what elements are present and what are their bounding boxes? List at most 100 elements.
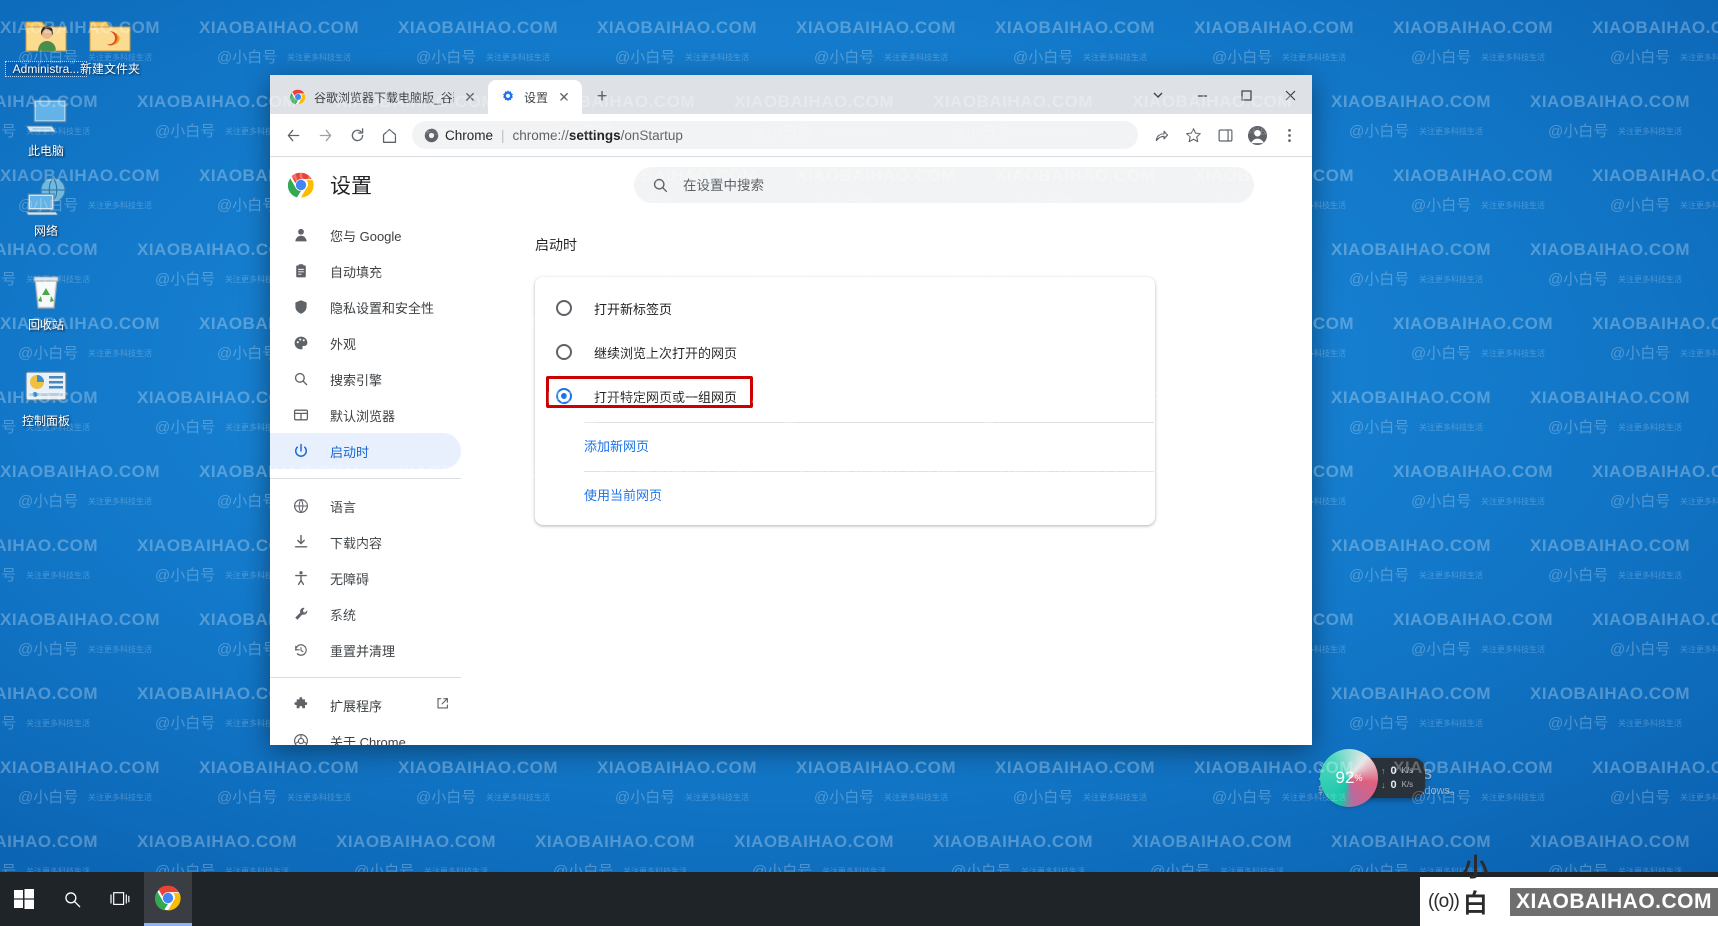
home-button[interactable] [374, 120, 404, 150]
sidebar-item-label: 关于 Chrome [330, 734, 406, 745]
profile-avatar-icon [1247, 125, 1267, 145]
desktop-icon-network[interactable]: 网络 [6, 172, 86, 238]
sidebar-item-extensions[interactable]: 扩展程序 [270, 687, 461, 723]
watermark-text-en: XIAOBAIHAO.COM [1592, 462, 1718, 481]
watermark-text-en: XIAOBAIHAO.COM [1331, 388, 1491, 407]
sidebar-item-reset-cleanup[interactable]: 重置并清理 [270, 632, 461, 668]
forward-button[interactable] [310, 120, 340, 150]
watermark-text-small: 关注更多科技生活 [88, 645, 152, 654]
desktop: Administra... 新建文件夹 此电脑 网络 回收站 控制面板 谷歌浏览… [0, 0, 1718, 926]
watermark-text-cn: @小白号 [18, 345, 79, 362]
watermark-text-small: 关注更多科技生活 [1680, 793, 1718, 802]
watermark-text-small: 关注更多科技生活 [1680, 349, 1718, 358]
settings-body: 您与 Google 自动填充 隐私设置和安全性 外观 搜索引擎 默认浏览器 启动… [270, 213, 1312, 745]
tab-search-chevron-icon[interactable] [1136, 78, 1180, 112]
tab-close-icon[interactable]: ✕ [462, 89, 478, 105]
minimize-button[interactable] [1180, 78, 1224, 112]
browser-tab-2[interactable]: 设置 ✕ [488, 80, 583, 115]
watermark-text-en: XIAOBAIHAO.COM [1331, 536, 1491, 555]
add-new-page-link[interactable]: 添加新网页 [536, 423, 1154, 467]
download-arrow-icon: ↓ [1381, 780, 1386, 790]
tab-close-icon[interactable]: ✕ [556, 89, 572, 105]
back-button[interactable] [278, 120, 308, 150]
watermark-text-en: XIAOBAIHAO.COM [1331, 92, 1491, 111]
search-button[interactable] [48, 872, 96, 926]
radio-open-new-tab[interactable]: 打开新标签页 [536, 286, 1154, 330]
profile-button[interactable] [1242, 120, 1272, 150]
desktop-icon-recycle-bin[interactable]: 回收站 [6, 266, 86, 332]
watermark-text-en: XIAOBAIHAO.COM [1530, 388, 1690, 407]
sidebar-item-search-engine[interactable]: 搜索引擎 [270, 361, 461, 397]
brand-name-english: XIAOBAIHAO.COM [1510, 887, 1718, 916]
download-speed-row: ↓ 0 K/s [1381, 778, 1413, 792]
radio-continue-last-session[interactable]: 继续浏览上次打开的网页 [536, 330, 1154, 374]
watermark-text-en: XIAOBAIHAO.COM [199, 758, 359, 777]
sidebar-item-privacy-security[interactable]: 隐私设置和安全性 [270, 289, 461, 325]
radio-button-icon[interactable] [556, 300, 572, 317]
watermark-text-cn: @小白号 [18, 789, 79, 806]
new-tab-button[interactable]: + [588, 83, 616, 111]
chrome-taskbar-button[interactable] [144, 872, 192, 926]
sidebar-item-on-startup[interactable]: 启动时 [270, 433, 461, 470]
download-value: 0 [1390, 779, 1397, 791]
radio-open-specific-pages[interactable]: 打开特定网页或一组网页 [536, 374, 1154, 418]
watermark-text-en: XIAOBAIHAO.COM [1530, 684, 1690, 703]
task-view-icon [110, 892, 130, 905]
shield-icon [292, 298, 310, 316]
use-current-pages-link[interactable]: 使用当前网页 [536, 472, 1154, 516]
chrome-logo-icon [288, 172, 314, 198]
sidebar-item-accessibility[interactable]: 无障碍 [270, 560, 461, 596]
browser-menu-button[interactable] [1274, 120, 1304, 150]
desktop-icon-new-folder[interactable]: 新建文件夹 [70, 10, 150, 76]
task-view-button[interactable] [96, 872, 144, 926]
speed-monitor-widget[interactable]: 92% ↑ 0 K/s ↓ 0 K/s [1320, 749, 1426, 807]
desktop-icon-control-panel[interactable]: 控制面板 [6, 362, 86, 428]
radio-label: 打开新标签页 [594, 301, 673, 317]
settings-search-box[interactable] [634, 167, 1254, 204]
settings-page: 设置 您与 Google [270, 157, 1312, 745]
watermark-text-en: XIAOBAIHAO.COM [0, 536, 98, 555]
browser-window-icon [292, 406, 310, 424]
start-button[interactable] [0, 872, 48, 926]
radio-button-icon[interactable] [556, 388, 572, 405]
watermark-text-cn: @小白号 [1548, 271, 1609, 288]
watermark-text-small: 关注更多科技生活 [1680, 645, 1718, 654]
history-restore-icon [292, 641, 310, 659]
sidebar-item-label: 重置并清理 [330, 643, 396, 659]
bookmark-star-button[interactable] [1178, 120, 1208, 150]
sidebar-item-languages[interactable]: 语言 [270, 488, 461, 524]
sidebar-item-autofill[interactable]: 自动填充 [270, 253, 461, 289]
watermark-text-cn: @小白号 [217, 197, 278, 214]
reload-button[interactable] [342, 120, 372, 150]
sidebar-item-label: 扩展程序 [330, 698, 383, 714]
close-window-button[interactable] [1268, 78, 1312, 112]
sidebar-item-appearance[interactable]: 外观 [270, 325, 461, 361]
watermark-text-en: XIAOBAIHAO.COM [1592, 18, 1718, 37]
cpu-usage-ring[interactable]: 92% [1320, 749, 1378, 807]
address-bar[interactable]: Chrome | chrome://settings/onStartup [412, 121, 1138, 150]
watermark-text-cn: @小白号 [217, 49, 278, 66]
share-button[interactable] [1146, 120, 1176, 150]
watermark-text-cn: @小白号 [217, 641, 278, 658]
sidebar-item-system[interactable]: 系统 [270, 596, 461, 632]
sidebar-item-downloads[interactable]: 下载内容 [270, 524, 461, 560]
radio-button-icon[interactable] [556, 344, 572, 361]
side-panel-button[interactable] [1210, 120, 1240, 150]
maximize-button[interactable] [1224, 78, 1268, 112]
sidebar-item-you-and-google[interactable]: 您与 Google [270, 217, 461, 253]
open-in-new-icon[interactable] [436, 697, 449, 713]
wifi-signal-icon: ((o)) [1428, 890, 1460, 912]
network-icon [25, 177, 66, 216]
download-icon [292, 533, 310, 551]
cpu-usage-value: 92 [1335, 768, 1355, 787]
watermark-text-cn: @小白号 [1610, 641, 1671, 658]
browser-tab-1[interactable]: 谷歌浏览器下载电脑版_谷歌浏览 ✕ [278, 80, 488, 115]
desktop-icon-this-pc[interactable]: 此电脑 [6, 92, 86, 158]
search-input[interactable] [683, 177, 1236, 193]
watermark-text-small: 关注更多科技生活 [1419, 423, 1483, 432]
desktop-icon-label: 回收站 [27, 318, 64, 332]
watermark-text-small: 关注更多科技生活 [88, 201, 152, 210]
sidebar-item-about-chrome[interactable]: 关于 Chrome [270, 723, 461, 745]
sidebar-item-default-browser[interactable]: 默认浏览器 [270, 397, 461, 433]
sidebar-item-label: 系统 [330, 607, 357, 623]
